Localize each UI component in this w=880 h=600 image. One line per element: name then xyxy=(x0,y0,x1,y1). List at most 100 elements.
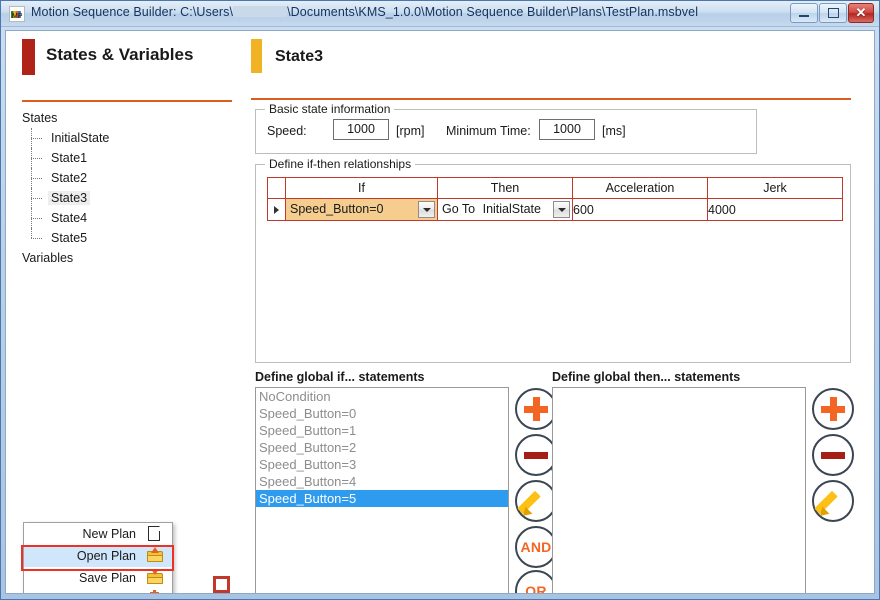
row-jerk-cell[interactable]: 4000 xyxy=(707,198,843,221)
tree-item-label: State2 xyxy=(51,171,88,185)
tree-item-label: State1 xyxy=(51,151,88,165)
tree-item-state3[interactable]: State3 xyxy=(22,188,232,208)
state-title-divider xyxy=(251,98,851,100)
global-if-listbox[interactable]: NoCondition Speed_Button=0 Speed_Button=… xyxy=(255,387,509,593)
global-if-or-button[interactable]: OR xyxy=(515,570,557,593)
grid-header-then[interactable]: Then xyxy=(437,177,573,199)
file-context-menu[interactable]: New Plan Open Plan Save Plan xyxy=(23,522,173,594)
state-diagram-icon[interactable] xyxy=(199,576,243,593)
global-then-delete-button[interactable] xyxy=(812,434,854,476)
minus-icon xyxy=(814,436,852,474)
maximize-icon xyxy=(820,4,846,22)
table-row[interactable]: Speed_Button=0 Go To InitialState 600 40… xyxy=(267,198,843,221)
grid-header-if[interactable]: If xyxy=(285,177,438,199)
global-then-add-button[interactable] xyxy=(812,388,854,430)
or-icon: OR xyxy=(517,572,555,593)
tree-item-label: State4 xyxy=(51,211,88,225)
and-icon: AND xyxy=(517,528,555,566)
row-if-value: Speed_Button=0 xyxy=(290,202,384,216)
speed-unit-label: [rpm] xyxy=(396,124,425,138)
tree-group-variables[interactable]: Variables xyxy=(22,248,232,268)
basic-state-information-group: Basic state information Speed: 1000 [rpm… xyxy=(255,102,757,154)
list-item[interactable]: Speed_Button=3 xyxy=(256,456,508,473)
window-title-suffix: \Documents\KMS_1.0.0\Motion Sequence Bui… xyxy=(287,5,699,19)
list-item[interactable]: Speed_Button=4 xyxy=(256,473,508,490)
tree-item-label: InitialState xyxy=(51,131,110,145)
if-then-relationships-group: Define if-then relationships If Then Acc… xyxy=(255,157,851,484)
plus-icon xyxy=(814,390,852,428)
menu-item-new-plan[interactable]: New Plan xyxy=(24,523,172,545)
redacted-username xyxy=(233,6,288,17)
menu-item-label: Save Plan As xyxy=(62,593,136,594)
title-bar[interactable]: MP Motion Sequence Builder: C:\Users\ \Do… xyxy=(1,1,879,27)
close-icon: ✕ xyxy=(855,5,867,20)
row-if-cell[interactable]: Speed_Button=0 xyxy=(285,198,438,221)
minimum-time-label: Minimum Time: xyxy=(446,124,531,138)
global-if-label: Define global if... statements xyxy=(255,370,425,384)
save-as-folder-icon xyxy=(146,590,164,593)
list-item[interactable]: Speed_Button=2 xyxy=(256,439,508,456)
speed-input[interactable]: 1000 xyxy=(333,119,389,140)
window-title-prefix: Motion Sequence Builder: C:\Users\ xyxy=(31,5,234,19)
state-detail-panel: State3 Basic state information Speed: 10… xyxy=(249,31,874,593)
menu-item-label: Open Plan xyxy=(76,549,136,563)
global-then-label: Define global then... statements xyxy=(552,370,741,384)
minimum-time-input[interactable]: 1000 xyxy=(539,119,595,140)
page-title: State3 xyxy=(275,48,324,65)
tree-group-states[interactable]: States xyxy=(22,108,232,128)
window-title: Motion Sequence Builder: C:\Users\ \Docum… xyxy=(31,5,698,19)
minus-icon xyxy=(517,436,555,474)
minimize-button[interactable] xyxy=(790,3,818,23)
global-if-and-button[interactable]: AND xyxy=(515,526,557,568)
row-then-value: InitialState xyxy=(482,202,541,216)
if-then-legend: Define if-then relationships xyxy=(265,157,416,171)
menu-item-open-plan[interactable]: Open Plan xyxy=(24,545,172,567)
global-if-add-button[interactable] xyxy=(515,388,557,430)
tree-item-state1[interactable]: State1 xyxy=(22,148,232,168)
basic-info-legend: Basic state information xyxy=(265,102,395,116)
grid-header-acceleration[interactable]: Acceleration xyxy=(572,177,708,199)
save-folder-icon xyxy=(146,569,164,586)
global-if-delete-button[interactable] xyxy=(515,434,557,476)
states-variables-panel: States & Variables States InitialState S… xyxy=(6,31,246,593)
if-then-grid[interactable]: If Then Acceleration Jerk Speed_Button=0… xyxy=(267,177,843,221)
grid-header-jerk[interactable]: Jerk xyxy=(707,177,843,199)
tree-item-label: State5 xyxy=(51,231,88,245)
grid-header-marker xyxy=(267,177,286,199)
pencil-icon xyxy=(814,482,852,520)
then-dropdown-button[interactable] xyxy=(553,201,570,218)
app-icon: MP xyxy=(9,6,25,22)
maximize-button[interactable] xyxy=(819,3,847,23)
pencil-icon xyxy=(517,482,555,520)
current-row-arrow-icon xyxy=(274,205,279,214)
states-tree[interactable]: States InitialState State1 State2 State3… xyxy=(22,108,232,268)
row-then-cell[interactable]: Go To InitialState xyxy=(437,198,573,221)
row-then-prefix: Go To xyxy=(442,202,476,216)
close-button[interactable]: ✕ xyxy=(848,3,874,23)
menu-item-label: Save Plan xyxy=(79,571,136,585)
tree-item-initialstate[interactable]: InitialState xyxy=(22,128,232,148)
global-then-edit-button[interactable] xyxy=(812,480,854,522)
global-if-edit-button[interactable] xyxy=(515,480,557,522)
svg-text:MP: MP xyxy=(12,13,23,20)
minimum-time-unit-label: [ms] xyxy=(602,124,626,138)
global-then-listbox[interactable] xyxy=(552,387,806,593)
row-acceleration-cell[interactable]: 600 xyxy=(572,198,708,221)
and-label: AND xyxy=(520,539,552,555)
list-item[interactable]: Speed_Button=1 xyxy=(256,422,508,439)
open-folder-icon xyxy=(146,547,164,564)
sidebar-accent-bar xyxy=(22,39,35,75)
if-dropdown-button[interactable] xyxy=(418,201,435,218)
tree-item-state5[interactable]: State5 xyxy=(22,228,232,248)
list-item[interactable]: Speed_Button=0 xyxy=(256,405,508,422)
row-marker-cell xyxy=(267,198,286,221)
new-document-icon xyxy=(146,526,164,542)
grid-header-row: If Then Acceleration Jerk xyxy=(267,177,843,199)
tree-item-state2[interactable]: State2 xyxy=(22,168,232,188)
list-item[interactable]: Speed_Button=5 xyxy=(256,490,508,507)
tree-item-state4[interactable]: State4 xyxy=(22,208,232,228)
menu-item-save-plan[interactable]: Save Plan xyxy=(24,567,172,589)
client-area: States & Variables States InitialState S… xyxy=(5,30,875,594)
list-item[interactable]: NoCondition xyxy=(256,388,508,405)
menu-item-save-plan-as[interactable]: Save Plan As xyxy=(24,589,172,594)
